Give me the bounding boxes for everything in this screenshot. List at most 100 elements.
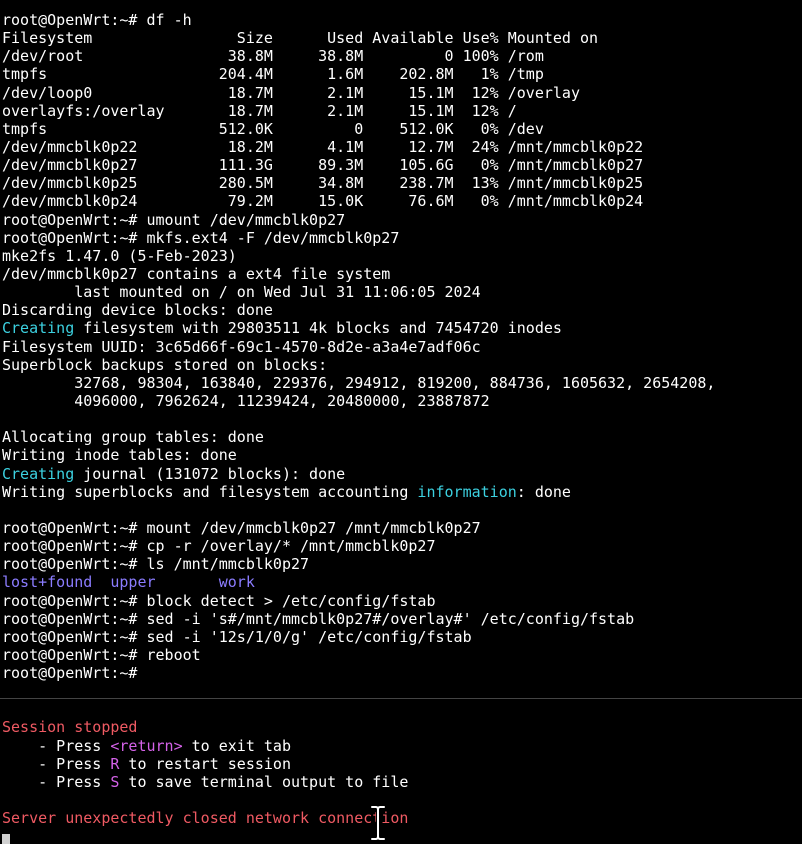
terminal-text: root@OpenWrt:~# block detect > /etc/conf… — [2, 591, 436, 610]
terminal-line: Creating journal (131072 blocks): done — [2, 465, 800, 483]
terminal-line: overlayfs:/overlay 18.7M 2.1M 15.1M 12% … — [2, 102, 800, 120]
terminal-line: 32768, 98304, 163840, 229376, 294912, 81… — [2, 374, 800, 392]
terminal-line: Allocating group tables: done — [2, 428, 800, 446]
terminal-text: Server unexpectedly closed network conne… — [2, 809, 409, 828]
terminal-text: Filesystem Size Used Available Use% Moun… — [2, 29, 599, 48]
terminal-text: - Press — [2, 736, 111, 755]
terminal-line: tmpfs 204.4M 1.6M 202.8M 1% /tmp — [2, 65, 800, 83]
terminal-text: - Press — [2, 772, 111, 791]
terminal-line: tmpfs 512.0K 0 512.0K 0% /dev — [2, 120, 800, 138]
terminal-text: root@OpenWrt:~# — [2, 664, 138, 683]
terminal-line: root@OpenWrt:~# cp -r /overlay/* /mnt/mm… — [2, 537, 800, 555]
terminal-text: <return> — [110, 736, 183, 755]
terminal-text: mke2fs 1.47.0 (5-Feb-2023) — [2, 246, 237, 265]
terminal-line: - Press S to save terminal output to fil… — [2, 773, 800, 791]
terminal-line: root@OpenWrt:~# mkfs.ext4 -F /dev/mmcblk… — [2, 229, 800, 247]
terminal-line: mke2fs 1.47.0 (5-Feb-2023) — [2, 247, 800, 265]
terminal-line: Filesystem Size Used Available Use% Moun… — [2, 29, 800, 47]
terminal-line: /dev/loop0 18.7M 2.1M 15.1M 12% /overlay — [2, 84, 800, 102]
terminal-line: - Press <return> to exit tab — [2, 737, 800, 755]
terminal-text: /dev/mmcblk0p27 111.3G 89.3M 105.6G 0% /… — [2, 156, 644, 175]
terminal-line: root@OpenWrt:~# ls /mnt/mmcblk0p27 — [2, 555, 800, 573]
terminal-text: to restart session — [119, 754, 291, 773]
terminal-output[interactable]: root@OpenWrt:~# df -h Filesystem Size Use… — [2, 11, 800, 827]
terminal-text: /dev/mmcblk0p25 280.5M 34.8M 238.7M 13% … — [2, 174, 644, 193]
terminal-text: root@OpenWrt:~# umount /dev/mmcblk0p27 — [2, 210, 346, 229]
terminal-line: Discarding device blocks: done — [2, 301, 800, 319]
terminal-text: Creating — [2, 319, 75, 338]
terminal-line: Writing superblocks and filesystem accou… — [2, 483, 800, 501]
terminal-text: to exit tab — [182, 736, 291, 755]
terminal-text: tmpfs 204.4M 1.6M 202.8M 1% /tmp — [2, 65, 544, 84]
terminal-text: overlayfs:/overlay 18.7M 2.1M 15.1M 12% … — [2, 101, 517, 120]
terminal-line: /dev/root 38.8M 38.8M 0 100% /rom — [2, 47, 800, 65]
terminal-text: /dev/mmcblk0p24 79.2M 15.0K 76.6M 0% /mn… — [2, 192, 644, 211]
terminal-line: Creating filesystem with 29803511 4k blo… — [2, 319, 800, 337]
terminal-line: Server unexpectedly closed network conne… — [2, 809, 800, 827]
terminal-text: journal (131072 blocks): done — [74, 464, 346, 483]
terminal-text: Filesystem UUID: 3c65d66f-69c1-4570-8d2e… — [2, 337, 481, 356]
terminal-text: 32768, 98304, 163840, 229376, 294912, 81… — [2, 373, 716, 392]
terminal-text: Superblock backups stored on blocks: — [2, 355, 328, 374]
terminal-line: /dev/mmcblk0p25 280.5M 34.8M 238.7M 13% … — [2, 174, 800, 192]
terminal-line: root@OpenWrt:~# sed -i 's#/mnt/mmcblk0p2… — [2, 610, 800, 628]
terminal-text: Discarding device blocks: done — [2, 301, 273, 320]
terminal-line: /dev/mmcblk0p27 contains a ext4 file sys… — [2, 265, 800, 283]
terminal-line: root@OpenWrt:~# df -h — [2, 11, 800, 29]
terminal-text: Creating — [2, 464, 75, 483]
terminal-line: root@OpenWrt:~# umount /dev/mmcblk0p27 — [2, 211, 800, 229]
terminal-text: root@OpenWrt:~# sed -i '12s/1/0/g' /etc/… — [2, 627, 472, 646]
terminal-text: root@OpenWrt:~# sed -i 's#/mnt/mmcblk0p2… — [2, 609, 635, 628]
terminal-text: 4096000, 7962624, 11239424, 20480000, 23… — [2, 391, 490, 410]
terminal-text: root@OpenWrt:~# reboot — [2, 645, 201, 664]
terminal-line: last mounted on / on Wed Jul 31 11:06:05… — [2, 283, 800, 301]
terminal-text: upper — [110, 573, 156, 592]
terminal-text: : done — [516, 482, 571, 501]
terminal-text: Session stopped — [2, 718, 138, 737]
terminal-line: root@OpenWrt:~# — [2, 664, 800, 682]
terminal-text: root@OpenWrt:~# df -h — [2, 11, 192, 29]
terminal-text: information — [417, 482, 517, 501]
terminal-text: /dev/loop0 18.7M 2.1M 15.1M 12% /overlay — [2, 83, 580, 102]
terminal-text: last mounted on / on Wed Jul 31 11:06:05… — [2, 283, 481, 302]
terminal-line: root@OpenWrt:~# mount /dev/mmcblk0p27 /m… — [2, 519, 800, 537]
terminal-line: Session stopped — [2, 718, 800, 736]
terminal-line: /dev/mmcblk0p27 111.3G 89.3M 105.6G 0% /… — [2, 156, 800, 174]
terminal-line: 4096000, 7962624, 11239424, 20480000, 23… — [2, 392, 800, 410]
terminal-text: /dev/mmcblk0p27 contains a ext4 file sys… — [2, 264, 391, 283]
terminal-text: root@OpenWrt:~# cp -r /overlay/* /mnt/mm… — [2, 537, 436, 556]
terminal-text: tmpfs 512.0K 0 512.0K 0% /dev — [2, 119, 544, 138]
terminal-text: root@OpenWrt:~# ls /mnt/mmcblk0p27 — [2, 555, 310, 574]
terminal-text: Allocating group tables: done — [2, 428, 264, 447]
terminal-line: Superblock backups stored on blocks: — [2, 356, 800, 374]
terminal-text: work — [218, 573, 255, 592]
block-cursor-icon — [2, 834, 10, 844]
session-separator — [0, 698, 802, 699]
text-ibeam-icon — [370, 806, 386, 840]
terminal-line: /dev/mmcblk0p22 18.2M 4.1M 12.7M 24% /mn… — [2, 138, 800, 156]
terminal-text: /dev/mmcblk0p22 18.2M 4.1M 12.7M 24% /mn… — [2, 137, 644, 156]
terminal-text: root@OpenWrt:~# mount /dev/mmcblk0p27 /m… — [2, 518, 481, 537]
terminal-line: lost+found upper work — [2, 573, 800, 591]
terminal-text: - Press — [2, 754, 111, 773]
terminal-line: - Press R to restart session — [2, 755, 800, 773]
terminal-text: filesystem with 29803511 4k blocks and 7… — [74, 319, 562, 338]
terminal-text: root@OpenWrt:~# mkfs.ext4 -F /dev/mmcblk… — [2, 228, 400, 247]
terminal-line: /dev/mmcblk0p24 79.2M 15.0K 76.6M 0% /mn… — [2, 192, 800, 210]
terminal-line: Filesystem UUID: 3c65d66f-69c1-4570-8d2e… — [2, 338, 800, 356]
terminal-text: Writing superblocks and filesystem accou… — [2, 482, 418, 501]
terminal-text: /dev/root 38.8M 38.8M 0 100% /rom — [2, 47, 544, 66]
terminal-text: lost+found — [2, 573, 93, 592]
terminal-text: to save terminal output to file — [119, 772, 409, 791]
terminal-line: root@OpenWrt:~# reboot — [2, 646, 800, 664]
terminal-text: Writing inode tables: done — [2, 446, 237, 465]
terminal-line: root@OpenWrt:~# sed -i '12s/1/0/g' /etc/… — [2, 628, 800, 646]
terminal-line: Writing inode tables: done — [2, 446, 800, 464]
terminal-line: root@OpenWrt:~# block detect > /etc/conf… — [2, 592, 800, 610]
